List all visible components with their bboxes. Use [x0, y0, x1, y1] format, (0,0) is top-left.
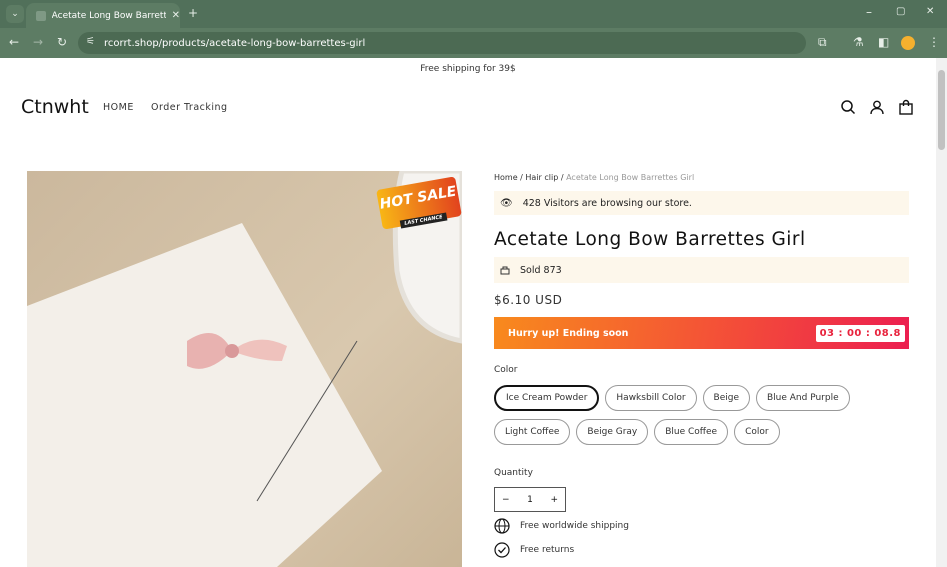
eye-icon: 👁 — [500, 197, 513, 209]
color-option[interactable]: Beige Gray — [576, 419, 649, 445]
menu-icon[interactable]: ⋮ — [928, 36, 940, 48]
forward-icon[interactable]: → — [33, 36, 43, 48]
color-option[interactable]: Ice Cream Powder — [494, 385, 600, 411]
feature-text: Free worldwide shipping — [520, 521, 629, 531]
quantity-stepper: − 1 + — [494, 487, 566, 512]
bow-shape — [187, 333, 287, 369]
nav-home[interactable]: HOME — [103, 102, 134, 113]
sold-banner: Sold 873 — [494, 257, 909, 283]
scrollbar-thumb[interactable] — [938, 70, 945, 150]
product-image[interactable]: HOT SALE LAST CHANCE — [27, 171, 462, 567]
tab-search-chevron-icon[interactable]: ⌄ — [6, 5, 24, 23]
feature-returns: Free returns — [494, 542, 574, 558]
side-panel-icon[interactable]: ◧ — [878, 36, 889, 48]
color-option[interactable]: Blue Coffee — [654, 419, 729, 445]
breadcrumb: Home / Hair clip / Acetate Long Bow Barr… — [494, 173, 695, 182]
search-icon[interactable] — [840, 99, 856, 115]
extensions-icon[interactable]: ⧉ — [818, 36, 827, 48]
sold-text: Sold 873 — [520, 264, 562, 276]
visitors-text: 428 Visitors are browsing our store. — [522, 197, 692, 209]
announcement-bar: Free shipping for 39$ — [420, 64, 516, 74]
quantity-label: Quantity — [494, 468, 533, 478]
close-window-icon[interactable]: ✕ — [926, 7, 934, 17]
url-text: rcorrt.shop/products/acetate-long-bow-ba… — [104, 37, 366, 49]
site-info-icon[interactable]: ⚟ — [86, 37, 95, 47]
nav-order-tracking[interactable]: Order Tracking — [151, 102, 228, 113]
account-icon[interactable] — [869, 99, 885, 115]
color-options: Ice Cream Powder Hawksbill Color Beige B… — [494, 385, 914, 445]
close-tab-icon[interactable]: ✕ — [172, 10, 180, 21]
color-label: Color — [494, 365, 518, 375]
favicon-icon — [36, 10, 46, 21]
color-option[interactable]: Hawksbill Color — [605, 385, 697, 411]
color-option[interactable]: Blue And Purple — [756, 385, 850, 411]
visitors-banner: 👁 428 Visitors are browsing our store. — [494, 191, 909, 215]
bag-icon — [500, 266, 510, 275]
color-option[interactable]: Light Coffee — [494, 419, 571, 445]
countdown-timer: 03 : 00 : 08.8 — [815, 324, 905, 342]
product-price: $6.10 USD — [494, 293, 563, 307]
browser-tab-bar: ⌄ Acetate Long Bow Barrettes Girl ✕ + – … — [0, 0, 947, 28]
browser-tab[interactable]: Acetate Long Bow Barrettes Girl ✕ — [26, 3, 180, 28]
color-option[interactable]: Beige — [702, 385, 750, 411]
product-title: Acetate Long Bow Barrettes Girl — [494, 229, 806, 250]
store-logo[interactable]: Ctnwht — [21, 96, 89, 118]
labs-flask-icon[interactable]: ⚗ — [853, 36, 864, 48]
quantity-input[interactable]: 1 — [527, 495, 533, 505]
feature-text: Free returns — [520, 545, 575, 555]
countdown-banner: Hurry up! Ending soon 03 : 00 : 08.8 — [494, 317, 909, 349]
cart-icon[interactable] — [898, 99, 914, 115]
scrollbar[interactable] — [936, 58, 947, 567]
color-option[interactable]: Color — [734, 419, 780, 445]
profile-avatar[interactable] — [901, 36, 915, 50]
breadcrumb-home[interactable]: Home — [494, 173, 518, 182]
decrease-quantity-button[interactable]: − — [502, 495, 510, 505]
check-circle-icon — [494, 542, 510, 558]
new-tab-icon[interactable]: + — [188, 7, 198, 19]
maximize-icon[interactable]: ▢ — [896, 7, 905, 17]
feature-shipping: Free worldwide shipping — [494, 518, 629, 534]
reload-icon[interactable]: ↻ — [57, 36, 67, 48]
minimize-icon[interactable]: – — [866, 6, 872, 18]
box-shape — [27, 223, 382, 567]
tab-title: Acetate Long Bow Barrettes Girl — [51, 10, 166, 21]
breadcrumb-hair-clip[interactable]: Hair clip — [525, 173, 558, 182]
back-icon[interactable]: ← — [9, 36, 19, 48]
globe-icon — [494, 518, 510, 534]
increase-quantity-button[interactable]: + — [550, 495, 558, 505]
breadcrumb-current: Acetate Long Bow Barrettes Girl — [566, 173, 695, 182]
hurry-text: Hurry up! Ending soon — [508, 327, 629, 339]
address-bar[interactable]: ⚟ rcorrt.shop/products/acetate-long-bow-… — [78, 32, 806, 54]
